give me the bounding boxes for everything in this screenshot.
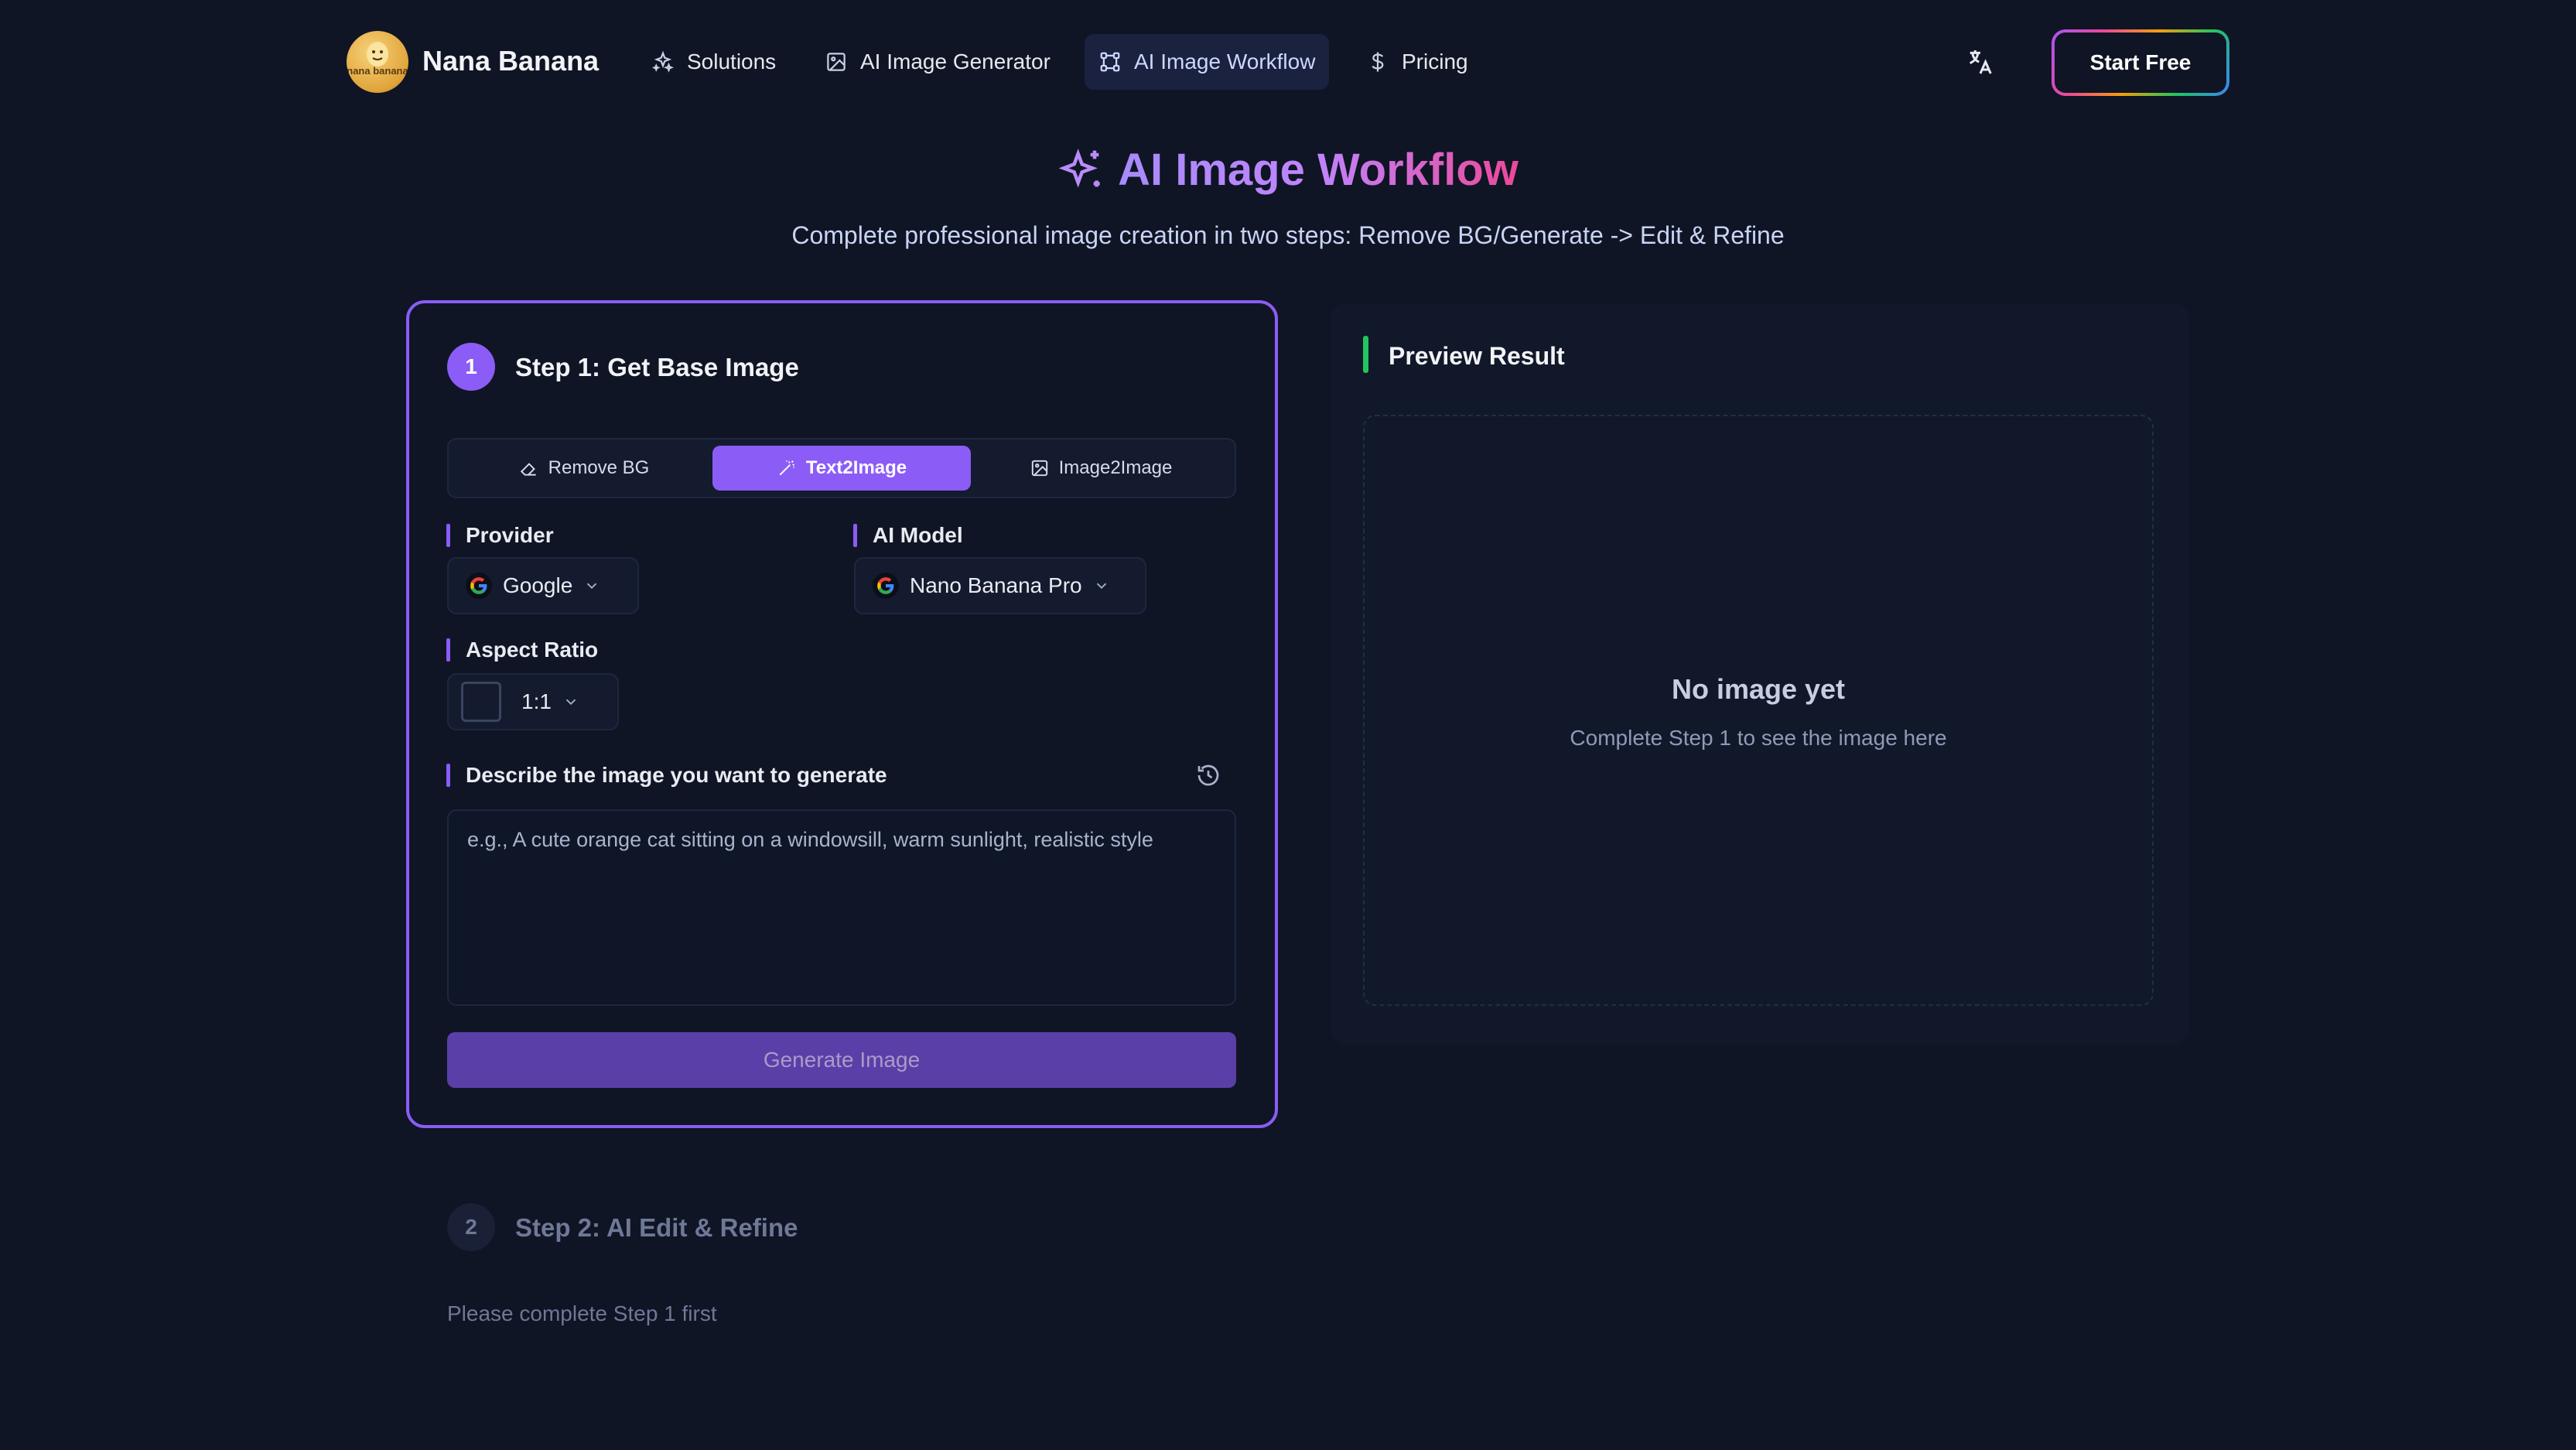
aspect-ratio-select[interactable]: 1:1	[447, 673, 619, 730]
step2-title: Step 2: AI Edit & Refine	[515, 1213, 798, 1242]
history-icon	[1197, 764, 1219, 786]
aspect-ratio-value: 1:1	[521, 689, 552, 713]
tab-label: Remove BG	[548, 457, 650, 478]
translate-icon	[1969, 50, 1992, 74]
brand-name[interactable]: Nana Banana	[422, 45, 599, 77]
google-icon	[873, 573, 899, 599]
ai-model-select[interactable]: Nano Banana Pro	[854, 557, 1146, 614]
banana-mascot-icon	[367, 42, 388, 67]
preview-title: Preview Result	[1389, 342, 1565, 370]
nav-item-pricing[interactable]: Pricing	[1352, 34, 1482, 90]
tab-label: Image2Image	[1058, 457, 1173, 478]
label-accent-bar	[446, 638, 450, 662]
preview-dropzone	[1363, 415, 2154, 1006]
empty-state-title: No image yet	[1671, 673, 1846, 705]
chevron-down-icon	[565, 699, 576, 706]
preview-accent-bar	[1363, 336, 1368, 373]
image-icon	[827, 53, 846, 71]
empty-state-subtitle: Complete Step 1 to see the image here	[1570, 726, 1947, 750]
dollar-icon	[1372, 52, 1384, 72]
prompt-label: Describe the image you want to generate	[466, 763, 887, 787]
provider-label: Provider	[466, 523, 554, 547]
workflow-icon	[1100, 52, 1120, 72]
magic-wand-icon	[779, 460, 794, 476]
sparkles-icon	[1058, 148, 1100, 187]
chevron-down-icon	[587, 583, 597, 590]
start-free-button[interactable]: Start Free	[2052, 29, 2229, 96]
step1-title: Step 1: Get Base Image	[515, 353, 799, 381]
tab-remove-bg[interactable]: Remove BG	[456, 446, 712, 491]
nav-item-ai-image-generator[interactable]: AI Image Generator	[811, 34, 1064, 90]
google-icon	[466, 573, 492, 599]
ai-model-value: Nano Banana Pro	[910, 573, 1082, 597]
translate-button[interactable]	[1965, 46, 1996, 77]
nav-label: Solutions	[687, 50, 777, 74]
ai-model-label: AI Model	[873, 523, 963, 547]
aspect-ratio-label: Aspect Ratio	[466, 638, 599, 662]
brand-logo[interactable]: nana banana	[347, 31, 408, 93]
nav-label: AI Image Generator	[860, 50, 1051, 74]
ratio-square-icon	[461, 682, 501, 722]
provider-select[interactable]: Google	[447, 557, 639, 614]
page-title-text: AI Image Workflow	[1118, 145, 1519, 195]
chevron-down-icon	[1096, 583, 1106, 590]
label-accent-bar	[446, 524, 450, 547]
provider-value: Google	[503, 573, 573, 597]
tab-label: Text2Image	[805, 457, 907, 478]
nav-item-ai-image-workflow[interactable]: AI Image Workflow	[1085, 34, 1330, 90]
label-accent-bar	[446, 764, 450, 787]
logo-wordmark: nana banana	[347, 65, 408, 77]
nav-item-solutions[interactable]: Solutions	[637, 34, 790, 90]
prompt-textarea[interactable]: e.g., A cute orange cat sitting on a win…	[447, 809, 1236, 1006]
step2-hint: Please complete Step 1 first	[447, 1301, 717, 1325]
start-free-label: Start Free	[2055, 32, 2226, 93]
nav-label: Pricing	[1402, 50, 1468, 74]
sparkles-icon	[651, 50, 675, 73]
page-title: AI Image Workflow	[0, 144, 2576, 196]
step2-number-badge: 2	[447, 1203, 495, 1251]
tab-image2image[interactable]: Image2Image	[972, 446, 1230, 491]
tab-text2image[interactable]: Text2Image	[712, 446, 971, 491]
nav-label: AI Image Workflow	[1134, 50, 1316, 74]
label-accent-bar	[853, 524, 857, 547]
eraser-icon	[520, 463, 536, 476]
image-icon	[1031, 460, 1047, 477]
step1-number-badge: 1	[447, 343, 495, 391]
history-button[interactable]	[1194, 761, 1222, 789]
generate-image-button[interactable]: Generate Image	[447, 1032, 1236, 1088]
prompt-placeholder: e.g., A cute orange cat sitting on a win…	[467, 828, 1153, 851]
page-subtitle: Complete professional image creation in …	[791, 221, 1785, 249]
